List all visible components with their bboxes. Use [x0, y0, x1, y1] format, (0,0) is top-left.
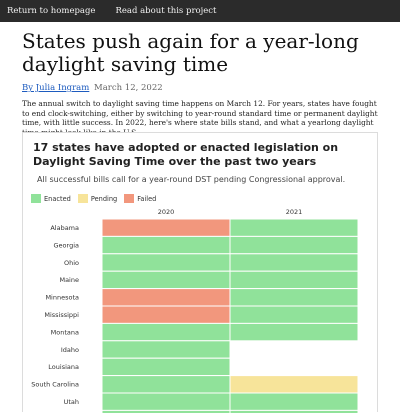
article-headline: States push again for a year-long daylig…	[22, 29, 359, 76]
row-label-montana: Montana	[51, 328, 79, 336]
row-label-mississippi: Mississippi	[44, 311, 79, 319]
cell-south-carolina-2020	[101, 375, 231, 394]
row-label-georgia: Georgia	[54, 241, 80, 249]
chart-subtitle: All successful bills call for a year-rou…	[37, 175, 346, 184]
cell-ohio-2021	[229, 253, 359, 272]
cell-minnesota-2021	[229, 288, 359, 307]
author-link[interactable]: By Julia Ingram	[22, 83, 89, 93]
cell-idaho-2020	[101, 340, 231, 359]
chart-legend: Enacted Pending Failed	[31, 194, 163, 203]
publish-date: March 12, 2022	[94, 83, 163, 93]
legend-swatch-enacted	[31, 194, 41, 203]
return-to-homepage-link[interactable]: Return to homepage	[7, 6, 95, 16]
legend-item-pending: Pending	[77, 194, 118, 203]
column-label-2021: 2021	[286, 208, 303, 216]
row-label-minnesota: Minnesota	[45, 294, 79, 302]
row-label-idaho: Idaho	[61, 346, 79, 354]
cell-louisiana-2020	[101, 357, 231, 377]
chart-card: 17 states have adopted or enacted legisl…	[22, 132, 378, 413]
cell-ohio-2020	[101, 253, 231, 272]
row-label-louisiana: Louisiana	[48, 363, 79, 371]
legend-item-failed: Failed	[124, 194, 156, 203]
cell-maine-2020	[101, 270, 231, 290]
legend-item-enacted: Enacted	[31, 194, 71, 203]
legend-label-enacted: Enacted	[44, 194, 71, 203]
cell-utah-2020	[101, 392, 231, 411]
row-label-alabama: Alabama	[50, 224, 79, 232]
cell-alabama-2020	[101, 218, 231, 237]
legend-swatch-failed	[124, 194, 135, 203]
cell-minnesota-2020	[101, 288, 231, 307]
byline: By Julia Ingram March 12, 2022	[22, 83, 163, 93]
legislation-heatmap: 2020 2021 Alabama Georgia Ohio Maine Minnesota…	[31, 208, 359, 413]
cell-utah-2021	[229, 392, 359, 411]
row-label-utah: Utah	[64, 398, 79, 406]
chart-title: 17 states have adopted or enacted legisl…	[33, 141, 339, 168]
row-label-maine: Maine	[59, 276, 79, 284]
cell-maine-2021	[229, 270, 359, 290]
column-label-2020: 2020	[158, 208, 175, 216]
cell-montana-2021	[229, 322, 359, 342]
cell-mississippi-2021	[229, 305, 359, 324]
cell-montana-2020	[101, 322, 231, 342]
legend-label-failed: Failed	[137, 194, 157, 203]
row-label-ohio: Ohio	[64, 259, 79, 267]
cell-alabama-2021	[229, 218, 359, 237]
top-nav-bar: Return to homepage Read about this proje…	[0, 0, 400, 22]
cell-georgia-2021	[229, 235, 359, 255]
row-label-south-carolina: South Carolina	[31, 381, 79, 389]
cell-georgia-2020	[101, 235, 231, 255]
cell-mississippi-2020	[101, 305, 231, 324]
cell-south-carolina-2021	[229, 375, 359, 394]
legend-swatch-pending	[77, 194, 88, 203]
about-project-link[interactable]: Read about this project	[115, 6, 216, 16]
legend-label-pending: Pending	[90, 194, 118, 203]
